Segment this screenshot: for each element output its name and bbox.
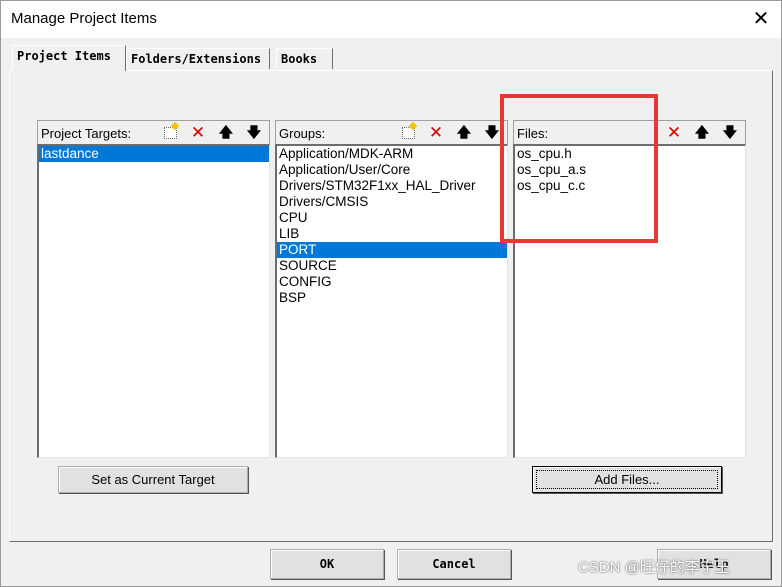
add-files-button[interactable]: Add Files... xyxy=(532,466,722,493)
delete-group-icon[interactable]: ✕ xyxy=(425,122,447,143)
tab-label: Project Items xyxy=(17,49,111,63)
tab-project-items[interactable]: Project Items xyxy=(12,45,126,71)
targets-header: Project Targets: ✕ 🡅 🡇 xyxy=(37,120,270,144)
list-item[interactable]: Application/MDK-ARM xyxy=(277,146,507,162)
delete-target-icon[interactable]: ✕ xyxy=(187,122,209,143)
list-item[interactable]: CPU xyxy=(277,210,507,226)
cancel-label: Cancel xyxy=(432,557,476,571)
groups-list[interactable]: Application/MDK-ARM Application/User/Cor… xyxy=(275,144,508,458)
list-item[interactable]: Application/User/Core xyxy=(277,162,507,178)
tab-books[interactable]: Books xyxy=(276,48,333,69)
move-up-icon[interactable]: 🡅 xyxy=(453,122,475,143)
list-item[interactable]: os_cpu.h xyxy=(515,146,745,162)
groups-label: Groups: xyxy=(279,126,326,141)
move-down-icon[interactable]: 🡇 xyxy=(243,122,265,143)
list-item[interactable]: lastdance xyxy=(39,146,269,162)
move-up-icon[interactable]: 🡅 xyxy=(215,122,237,143)
title-bar: Manage Project Items ✕ xyxy=(0,0,782,38)
set-current-target-label: Set as Current Target xyxy=(91,472,215,487)
new-group-icon[interactable] xyxy=(397,121,419,143)
tab-label: Books xyxy=(281,52,318,66)
files-list[interactable]: os_cpu.h os_cpu_a.s os_cpu_c.c xyxy=(513,144,746,458)
files-header: Files: ✕ 🡅 🡇 xyxy=(513,120,746,144)
help-button[interactable]: Help xyxy=(657,549,771,579)
cancel-button[interactable]: Cancel xyxy=(397,549,511,579)
new-target-icon[interactable] xyxy=(159,121,181,143)
ok-button[interactable]: OK xyxy=(270,549,384,579)
close-icon[interactable]: ✕ xyxy=(746,4,776,34)
help-label: Help xyxy=(699,557,729,571)
list-item[interactable]: os_cpu_a.s xyxy=(515,162,745,178)
targets-label: Project Targets: xyxy=(41,126,132,141)
move-down-icon[interactable]: 🡇 xyxy=(719,122,741,143)
move-down-icon[interactable]: 🡇 xyxy=(481,122,503,143)
files-label: Files: xyxy=(517,126,549,141)
list-item[interactable]: Drivers/CMSIS xyxy=(277,194,507,210)
list-item[interactable]: os_cpu_c.c xyxy=(515,178,745,194)
window-title: Manage Project Items xyxy=(11,10,157,27)
delete-file-icon[interactable]: ✕ xyxy=(663,122,685,143)
list-item[interactable]: LIB xyxy=(277,226,507,242)
list-item[interactable]: PORT xyxy=(277,242,507,258)
tab-label: Folders/Extensions xyxy=(131,52,262,66)
ok-label: OK xyxy=(319,557,335,571)
tab-folders-extensions[interactable]: Folders/Extensions xyxy=(126,48,270,69)
set-current-target-button[interactable]: Set as Current Target xyxy=(58,466,248,493)
move-up-icon[interactable]: 🡅 xyxy=(691,122,713,143)
list-item[interactable]: Drivers/STM32F1xx_HAL_Driver xyxy=(277,178,507,194)
list-item[interactable]: BSP xyxy=(277,290,507,306)
list-item[interactable]: CONFIG xyxy=(277,274,507,290)
targets-list[interactable]: lastdance xyxy=(37,144,270,458)
groups-header: Groups: ✕ 🡅 🡇 xyxy=(275,120,508,144)
list-item[interactable]: SOURCE xyxy=(277,258,507,274)
